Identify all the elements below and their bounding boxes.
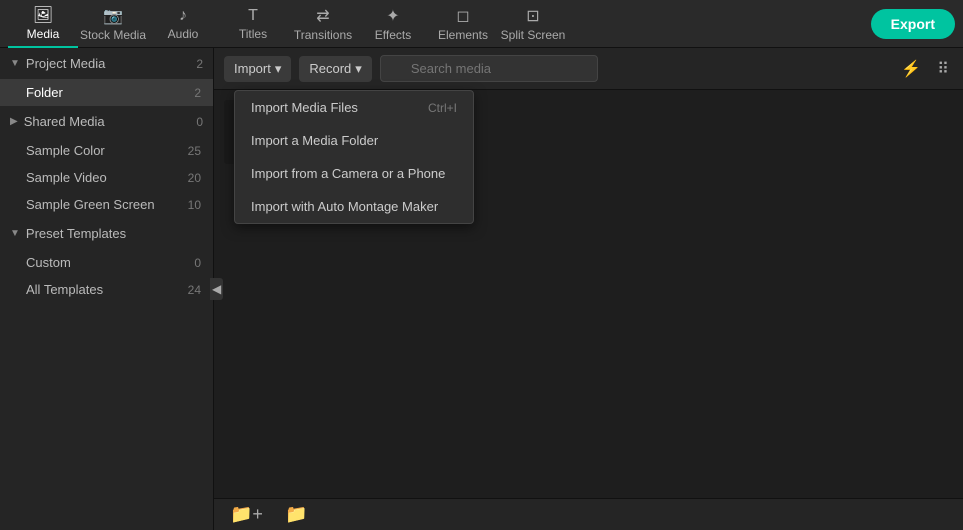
export-button[interactable]: Export (871, 9, 955, 39)
split-screen-icon: ⊡ (526, 6, 539, 26)
grid-view-button[interactable]: ⠿ (933, 55, 953, 83)
chevron-down-icon: ▼ (10, 58, 20, 69)
stock-media-icon: 📷 (103, 6, 123, 26)
sidebar-sample-color-count: 25 (188, 144, 201, 158)
nav-titles-label: Titles (239, 27, 267, 41)
sidebar-custom-label: Custom (26, 255, 71, 270)
nav-transitions-label: Transitions (294, 28, 352, 42)
sidebar-collapse-arrow: ◀ (210, 48, 223, 530)
nav-transitions[interactable]: ⇄ Transitions (288, 0, 358, 48)
nav-audio[interactable]: ♪ Audio (148, 0, 218, 48)
content-area: Import ▾ Record ▾ 🔍 ⚡ ⠿ Import Media Fil… (214, 48, 963, 530)
sidebar-project-media-label: Project Media (26, 56, 105, 71)
main-layout: ▼ Project Media 2 Folder 2 ▶ Shared Medi… (0, 48, 963, 530)
folder-button[interactable]: 📁 (279, 502, 313, 527)
sidebar-item-custom[interactable]: Custom 0 (0, 249, 213, 276)
dropdown-item-import-media-files[interactable]: Import Media Files Ctrl+I (235, 91, 473, 124)
import-auto-montage-label: Import with Auto Montage Maker (251, 199, 438, 214)
import-dropdown-menu: Import Media Files Ctrl+I Import a Media… (234, 90, 474, 224)
sidebar-sample-green-screen-label: Sample Green Screen (26, 197, 155, 212)
sidebar-all-templates-label: All Templates (26, 282, 103, 297)
media-toolbar: Import ▾ Record ▾ 🔍 ⚡ ⠿ (214, 48, 963, 90)
nav-media-label: Media (27, 27, 60, 41)
collapse-sidebar-button[interactable]: ◀ (210, 278, 223, 300)
sidebar-folder-count: 2 (194, 86, 201, 100)
sidebar-preset-templates-label: Preset Templates (26, 226, 126, 241)
dropdown-item-import-camera-phone[interactable]: Import from a Camera or a Phone (235, 157, 473, 190)
sidebar-sample-green-screen-count: 10 (188, 198, 201, 212)
sidebar-shared-media-label: Shared Media (24, 114, 105, 129)
record-dropdown-icon: ▾ (355, 61, 362, 77)
record-label: Record (309, 61, 351, 76)
import-dropdown-icon: ▾ (275, 61, 282, 77)
sidebar-section-project-media[interactable]: ▼ Project Media 2 (0, 48, 213, 79)
add-folder-button[interactable]: 📁+ (224, 502, 269, 527)
effects-icon: ✦ (386, 6, 399, 26)
titles-icon: T (248, 7, 258, 25)
nav-elements[interactable]: ◻ Elements (428, 0, 498, 48)
sidebar-item-folder[interactable]: Folder 2 (0, 79, 213, 106)
dropdown-item-import-auto-montage[interactable]: Import with Auto Montage Maker (235, 190, 473, 223)
sidebar-section-preset-templates[interactable]: ▼ Preset Templates (0, 218, 213, 249)
nav-media[interactable]: 🖼 Media (8, 0, 78, 48)
sidebar: ▼ Project Media 2 Folder 2 ▶ Shared Medi… (0, 48, 214, 530)
record-button[interactable]: Record ▾ (299, 56, 371, 82)
nav-stock-media-label: Stock Media (80, 28, 146, 42)
search-input[interactable] (380, 55, 598, 82)
nav-effects[interactable]: ✦ Effects (358, 0, 428, 48)
nav-stock-media[interactable]: 📷 Stock Media (78, 0, 148, 48)
sidebar-shared-media-count: 0 (196, 115, 203, 129)
sidebar-all-templates-count: 24 (188, 283, 201, 297)
import-media-folder-label: Import a Media Folder (251, 133, 378, 148)
import-media-files-shortcut: Ctrl+I (428, 101, 457, 115)
chevron-down-icon2: ▼ (10, 228, 20, 239)
nav-split-screen[interactable]: ⊡ Split Screen (498, 0, 568, 48)
nav-effects-label: Effects (375, 28, 411, 42)
sidebar-item-sample-color[interactable]: Sample Color 25 (0, 137, 213, 164)
elements-icon: ◻ (456, 6, 469, 26)
import-media-files-label: Import Media Files (251, 100, 358, 115)
nav-split-screen-label: Split Screen (501, 28, 566, 42)
audio-icon: ♪ (179, 7, 187, 25)
import-camera-phone-label: Import from a Camera or a Phone (251, 166, 445, 181)
import-button[interactable]: Import ▾ (224, 56, 291, 82)
top-navigation: 🖼 Media 📷 Stock Media ♪ Audio T Titles ⇄… (0, 0, 963, 48)
sidebar-folder-label: Folder (26, 85, 63, 100)
dropdown-item-import-media-folder[interactable]: Import a Media Folder (235, 124, 473, 157)
media-icon: 🖼 (33, 5, 53, 25)
sidebar-project-media-count: 2 (196, 57, 203, 71)
sidebar-sample-video-count: 20 (188, 171, 201, 185)
sidebar-item-sample-video[interactable]: Sample Video 20 (0, 164, 213, 191)
nav-elements-label: Elements (438, 28, 488, 42)
transitions-icon: ⇄ (316, 6, 329, 26)
sidebar-item-all-templates[interactable]: All Templates 24 (0, 276, 213, 303)
nav-audio-label: Audio (168, 27, 199, 41)
chevron-right-icon: ▶ (10, 116, 18, 127)
sidebar-sample-color-label: Sample Color (26, 143, 105, 158)
sidebar-custom-count: 0 (194, 256, 201, 270)
search-wrapper: 🔍 (380, 55, 890, 82)
nav-titles[interactable]: T Titles (218, 0, 288, 48)
bottom-strip: 📁+ 📁 (214, 498, 963, 530)
sidebar-section-shared-media[interactable]: ▶ Shared Media 0 (0, 106, 213, 137)
sidebar-sample-video-label: Sample Video (26, 170, 107, 185)
sidebar-item-sample-green-screen[interactable]: Sample Green Screen 10 (0, 191, 213, 218)
filter-button[interactable]: ⚡ (897, 55, 925, 83)
import-label: Import (234, 61, 271, 76)
